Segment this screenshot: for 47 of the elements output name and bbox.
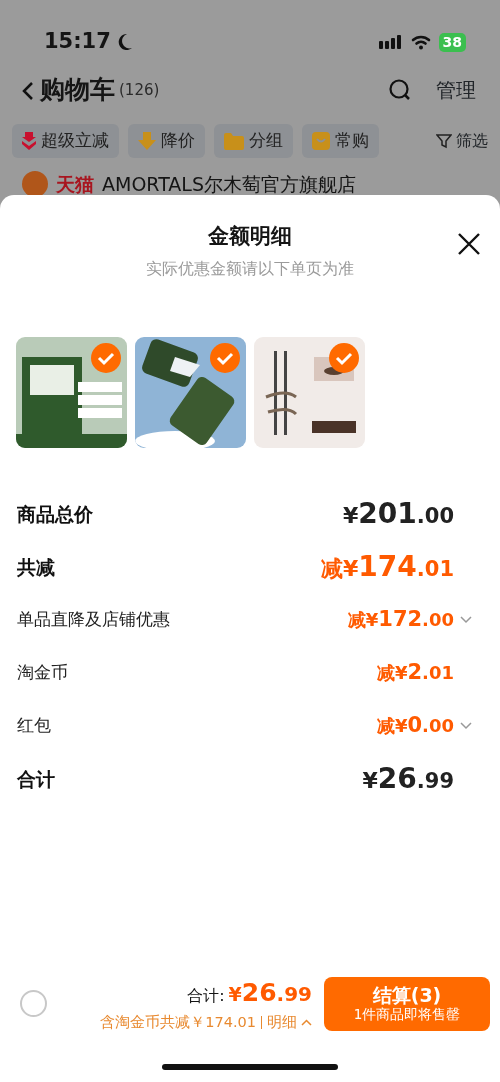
- bag-icon: [312, 132, 330, 150]
- amount-value: 减¥2.01: [376, 659, 454, 687]
- wifi-icon: [410, 34, 431, 50]
- row-label: 淘金币: [17, 661, 68, 685]
- total-amount: ¥26.99: [228, 977, 312, 1009]
- row-label: 单品直降及店铺优惠: [17, 608, 170, 632]
- store-name: AMORTALS尔木萄官方旗舰店: [102, 172, 356, 197]
- signal-icon: [378, 35, 403, 49]
- check-icon[interactable]: [329, 342, 359, 373]
- chevron-down-icon[interactable]: [460, 616, 472, 624]
- amount-value: 减¥0.00: [376, 712, 454, 740]
- amount-value: ¥201.00: [343, 496, 454, 532]
- amount-value: 减¥174.01: [321, 549, 454, 585]
- close-button[interactable]: [458, 233, 480, 255]
- moon-icon: [116, 33, 133, 51]
- detail-link[interactable]: 明细: [267, 1011, 312, 1034]
- row-label: 合计: [17, 766, 55, 792]
- chevron-up-icon: [301, 1018, 312, 1026]
- row-label: 商品总价: [17, 501, 93, 527]
- amount-value: ¥26.99: [362, 761, 454, 797]
- check-icon[interactable]: [91, 342, 121, 373]
- checkout-button[interactable]: 结算(3) 1件商品即将售罄: [324, 976, 490, 1031]
- sheet-subtitle: 实际优惠金额请以下单页为准: [145, 257, 355, 280]
- filter-chip[interactable]: 超级立减: [12, 124, 119, 158]
- folder-icon: [224, 132, 244, 150]
- manage-button[interactable]: 管理: [436, 75, 476, 105]
- down-arrow-icon: [138, 132, 156, 150]
- filter-chip[interactable]: 分组: [214, 124, 293, 158]
- row-label: 红包: [17, 714, 51, 738]
- store-avatar: [22, 171, 48, 198]
- amount-value: 减¥172.00: [347, 606, 454, 634]
- row-label: 共减: [17, 554, 55, 580]
- double-arrow-icon: [22, 132, 36, 150]
- filter-button[interactable]: 筛选: [436, 129, 488, 153]
- filter-icon: [436, 133, 452, 149]
- chevron-down-icon[interactable]: [460, 722, 472, 730]
- filter-chip[interactable]: 降价: [128, 124, 205, 158]
- store-tag: 天猫: [56, 170, 94, 199]
- discount-note: 含淘金币共减￥174.01: [100, 1012, 256, 1032]
- total-label: 合计:: [187, 985, 225, 1007]
- page-title: 购物车: [40, 74, 115, 107]
- battery-indicator: 38: [438, 32, 466, 52]
- sheet-title: 金额明细: [208, 223, 292, 250]
- filter-chip[interactable]: 常购: [302, 124, 379, 158]
- item-count: (126): [119, 79, 160, 101]
- check-icon[interactable]: [210, 342, 240, 373]
- status-time: 15:17: [44, 28, 111, 56]
